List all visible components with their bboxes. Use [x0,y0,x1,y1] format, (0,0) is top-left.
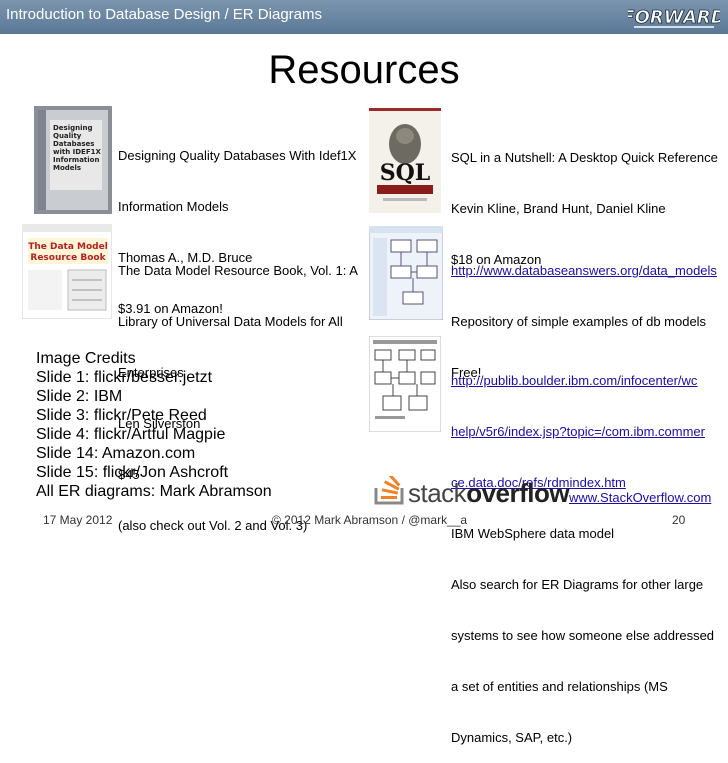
site2-line: Dynamics, SAP, etc.) [451,730,573,745]
site2-line: IBM WebSphere data model [451,526,615,541]
cover1-line: Quality [53,132,82,140]
footer-copyright: © 2012 Mark Abramson / @mark__a [272,513,468,527]
book3-subtitle: Library of Universal Data Models for All [118,314,343,329]
book-cover-data-model-resource: The Data Model Resource Book [22,224,112,319]
cover2-text: SQL [380,160,431,186]
credit-item: Slide 3: flickr/Pete Reed [36,407,207,424]
cover1-line: Models [53,164,81,172]
svg-text:Resource Book: Resource Book [30,253,106,263]
svg-text:The Data Model: The Data Model [28,242,108,252]
site2-line: Also search for ER Diagrams for other la… [451,577,704,592]
site2-info: http://publib.boulder.ibm.com/infocenter… [451,338,714,763]
cover1-line: with IDEF1X [53,148,101,156]
ibm-link-line2[interactable]: help/v5r6/index.jsp?topic=/com.ibm.comme… [451,423,714,440]
book-cover-sql-nutshell: SQL [369,108,441,213]
site1-desc: Repository of simple examples of db mode… [451,314,707,329]
book2-title: SQL in a Nutshell: A Desktop Quick Refer… [451,150,718,165]
header-bar: Introduction to Database Design / ER Dia… [0,0,728,34]
cover1-line: Information [53,156,99,164]
stackoverflow-logo-text: stackoverflow [408,478,570,509]
cover1-line: Databases [53,140,94,148]
forward-logo: FORWARD [628,7,720,29]
credit-item: Slide 15: flickr/Jon Ashcroft [36,464,229,481]
site2-line: a set of entities and relationships (MS [451,679,668,694]
slide-title: Resources [268,48,460,92]
credit-item: Slide 1: flickr/besser.jetzt [36,369,213,386]
site2-line: systems to see how someone else addresse… [451,628,715,643]
footer-date: 17 May 2012 [43,513,113,527]
book3-title: The Data Model Resource Book, Vol. 1: A [118,263,358,278]
databaseanswers-link[interactable]: http://www.databaseanswers.org/data_mode… [451,262,717,279]
so-logo-overflow: overflow [466,478,570,508]
credit-item: All ER diagrams: Mark Abramson [36,483,272,500]
stackoverflow-icon [374,476,404,505]
book-cover-idef1x: Designing Quality Databases with IDEF1X … [34,106,112,214]
credit-item: Slide 14: Amazon.com [36,445,196,462]
header-title: Introduction to Database Design / ER Dia… [6,6,322,23]
cover1-line: Designing [53,124,93,132]
book2-authors: Kevin Kline, Brand Hunt, Daniel Kline [451,201,666,216]
credits-heading: Image Credits [36,350,136,367]
credit-item: Slide 2: IBM [36,388,123,405]
footer-page-number: 20 [672,513,686,527]
book1-title: Designing Quality Databases With Idef1X [118,148,357,163]
diagram-thumbnail-ibm [369,336,441,432]
ibm-link-line1[interactable]: http://publib.boulder.ibm.com/infocenter… [451,372,714,389]
book1-subtitle: Information Models [118,199,229,214]
logo-text: FORWARD [628,7,720,28]
stackoverflow-link[interactable]: www.StackOverflow.com [569,490,711,505]
diagram-thumbnail-databaseanswers [369,226,443,320]
credit-item: Slide 4: flickr/Artful Magpie [36,426,226,443]
image-credits: Image Credits Slide 1: flickr/besser.jet… [36,349,272,501]
so-logo-stack: stack [408,478,467,508]
